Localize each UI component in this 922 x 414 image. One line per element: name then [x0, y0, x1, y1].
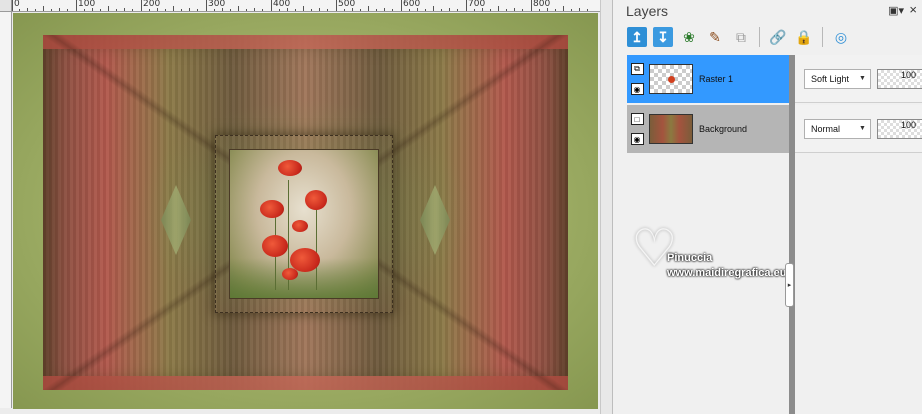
poppy: [262, 235, 288, 257]
image-frame: [43, 35, 568, 390]
layer-properties-column: ▸ Soft Light ▼ 100 Normal ▼ 100: [785, 55, 922, 414]
vertical-ruler: [0, 12, 12, 408]
image-canvas[interactable]: [13, 13, 598, 409]
watermark: Pinuccia www.maidiregrafica.eu: [667, 251, 786, 281]
layer-props-background: Normal ▼ 100: [795, 105, 922, 153]
layer-group-icon[interactable]: ⧉: [630, 63, 644, 75]
canvas-area[interactable]: 0 100 200 300 400 500 600 700 800: [0, 0, 612, 414]
blend-mode-select[interactable]: Soft Light ▼: [804, 68, 871, 89]
ruler-label: 100: [78, 0, 96, 9]
layer-row-raster-1[interactable]: ⧉ ◉ Raster 1: [627, 55, 789, 103]
toolbar-separator: [822, 27, 823, 47]
panel-options-icon[interactable]: ▣▾: [888, 4, 904, 17]
layer-props-raster-1: Soft Light ▼ 100: [795, 55, 922, 103]
opacity-field[interactable]: 100: [876, 68, 922, 89]
effects-icon[interactable]: ◎: [831, 27, 851, 47]
eye-icon[interactable]: ◉: [630, 83, 644, 95]
new-raster-layer-icon[interactable]: ↥: [627, 27, 647, 47]
poppy: [278, 160, 302, 176]
poppy: [305, 190, 327, 210]
layer-row-background[interactable]: □ ◉ Background: [627, 105, 789, 153]
close-icon[interactable]: ×: [909, 2, 917, 17]
toolbar-separator: [759, 27, 760, 47]
ruler-corner: [0, 0, 12, 12]
layer-icons: ⧉ ◉: [627, 55, 647, 103]
ruler-label: 700: [468, 0, 486, 9]
duplicate-icon[interactable]: ✎: [705, 27, 725, 47]
layer-icons: □ ◉: [627, 105, 647, 153]
lock-icon[interactable]: 🔒: [794, 27, 814, 47]
layers-toolbar: ↥ ↧ ❀ ✎ ⧉ 🔗 🔒 ◎: [627, 24, 851, 50]
watermark-url: www.maidiregrafica.eu: [667, 267, 787, 279]
ruler-label: 200: [143, 0, 161, 9]
merge-icon[interactable]: ⧉: [731, 27, 751, 47]
splitter-grip-icon[interactable]: ▸: [785, 263, 794, 307]
layer-page-icon[interactable]: □: [630, 113, 644, 125]
layers-panel: Layers ▣▾ × ↥ ↧ ❀ ✎ ⧉ 🔗 🔒 ◎ ⧉ ◉ Raster 1…: [612, 0, 922, 414]
layers-list: ⧉ ◉ Raster 1 □ ◉ Background ♡ Pinuccia w…: [627, 55, 789, 279]
ruler-label: 400: [273, 0, 291, 9]
layer-thumbnail: [649, 64, 693, 94]
poppy: [282, 268, 298, 280]
poppy: [260, 200, 284, 218]
layer-thumbnail: [649, 114, 693, 144]
ruler-label: 800: [533, 0, 551, 9]
new-vector-layer-icon[interactable]: ↧: [653, 27, 673, 47]
horizontal-ruler: 0 100 200 300 400 500 600 700 800: [12, 0, 600, 12]
dropdown-arrow-icon: ▼: [859, 124, 866, 132]
ruler-label: 600: [403, 0, 421, 9]
ruler-ticks: [12, 0, 588, 11]
eye-icon[interactable]: ◉: [630, 133, 644, 145]
panel-title: Layers: [626, 3, 669, 19]
poppy: [292, 220, 308, 232]
watermark-name: Pinuccia: [667, 252, 713, 264]
blend-mode-value: Normal: [811, 123, 841, 134]
layer-name: Raster 1: [699, 74, 734, 84]
ruler-label: 0: [14, 0, 20, 9]
dropdown-arrow-icon: ▼: [859, 74, 866, 82]
layer-name: Background: [699, 124, 748, 134]
poppy-photo: [229, 149, 379, 299]
vertical-scrollbar[interactable]: [600, 0, 612, 414]
add-mask-icon[interactable]: ❀: [679, 27, 699, 47]
ruler-label: 500: [338, 0, 356, 9]
link-icon[interactable]: 🔗: [768, 27, 788, 47]
ruler-label: 300: [208, 0, 226, 9]
blend-mode-select[interactable]: Normal ▼: [804, 118, 871, 139]
blend-mode-value: Soft Light: [811, 73, 850, 84]
opacity-field[interactable]: 100: [876, 118, 922, 139]
